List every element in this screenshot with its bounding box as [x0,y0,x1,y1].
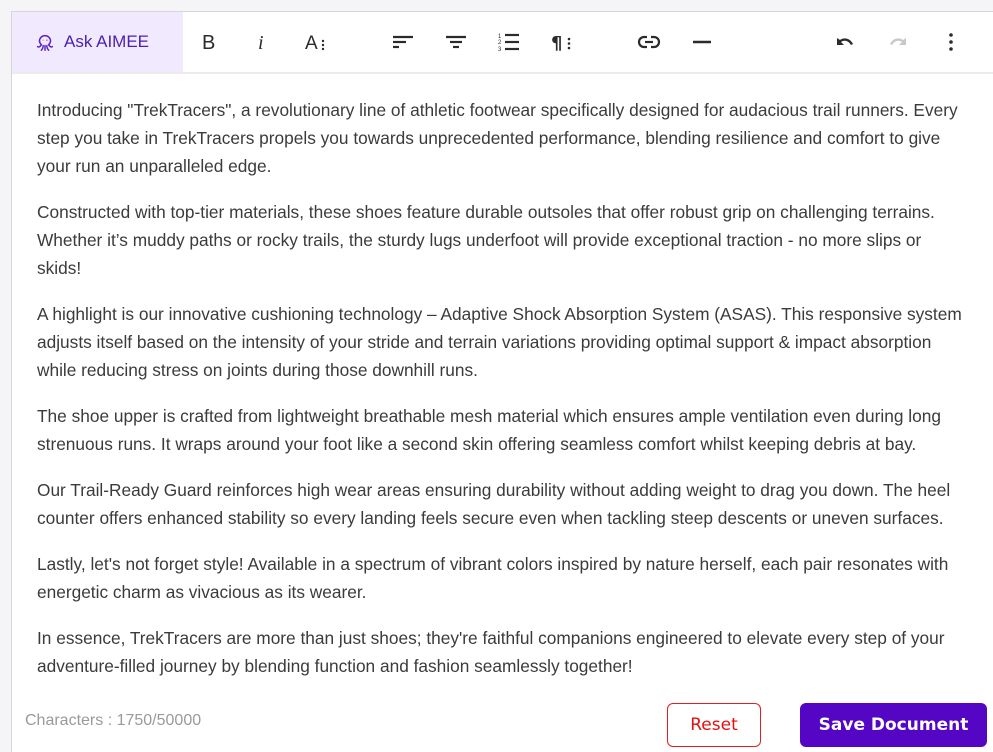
align-left-button[interactable] [387,26,419,58]
paragraph[interactable]: Constructed with top-tier materials, the… [37,198,967,282]
svg-text:3: 3 [498,47,502,53]
editor-toolbar: Ask AIMEE B i A 123 ¶ [12,12,993,74]
svg-text:2: 2 [498,40,502,46]
svg-text:¶: ¶ [551,33,562,54]
ask-aimee-button[interactable]: Ask AIMEE [12,12,183,72]
paragraph[interactable]: The shoe upper is crafted from lightweig… [37,402,967,458]
character-count: Characters : 1750/50000 [25,712,202,729]
paragraph-format-button[interactable]: ¶ [546,26,578,58]
align-left-icon [393,35,413,49]
svg-text:A: A [305,33,318,54]
undo-icon [837,38,853,45]
reset-button[interactable]: Reset [667,703,761,747]
paragraph-icon: ¶ [551,33,571,54]
save-document-button[interactable]: Save Document [800,703,987,747]
octopus-icon [36,34,54,51]
rich-text-editor: Ask AIMEE B i A 123 ¶ Introducing "TrekT… [11,11,993,752]
paragraph[interactable]: A highlight is our innovative cushioning… [37,300,967,384]
redo-button[interactable] [882,26,914,58]
svg-text:B: B [202,32,215,54]
bold-icon: B [202,32,215,54]
more-options-button[interactable] [935,26,967,58]
ask-aimee-label: Ask AIMEE [64,32,150,51]
bold-button[interactable]: B [193,26,225,58]
font-size-button[interactable]: A [299,26,331,58]
more-vertical-icon [949,33,953,51]
undo-button[interactable] [829,26,861,58]
insert-link-button[interactable] [633,26,665,58]
horizontal-line-button[interactable] [686,26,718,58]
align-center-button[interactable] [440,26,472,58]
paragraph[interactable]: Introducing "TrekTracers", a revolutiona… [37,96,967,180]
numbered-list-icon: 123 [498,33,519,53]
svg-text:i: i [258,32,264,54]
italic-button[interactable]: i [246,26,278,58]
numbered-list-button[interactable]: 123 [493,26,525,58]
align-center-icon [446,35,466,49]
horizontal-line-icon [693,40,711,44]
italic-icon: i [258,32,264,54]
paragraph[interactable]: Lastly, let's not forget style! Availabl… [37,550,967,606]
paragraph[interactable]: In essence, TrekTracers are more than ju… [37,624,967,680]
redo-icon [890,38,906,45]
link-icon [637,35,661,49]
document-body[interactable]: Introducing "TrekTracers", a revolutiona… [37,96,967,698]
paragraph[interactable]: Our Trail-Ready Guard reinforces high we… [37,476,967,532]
font-size-icon: A [305,33,325,54]
